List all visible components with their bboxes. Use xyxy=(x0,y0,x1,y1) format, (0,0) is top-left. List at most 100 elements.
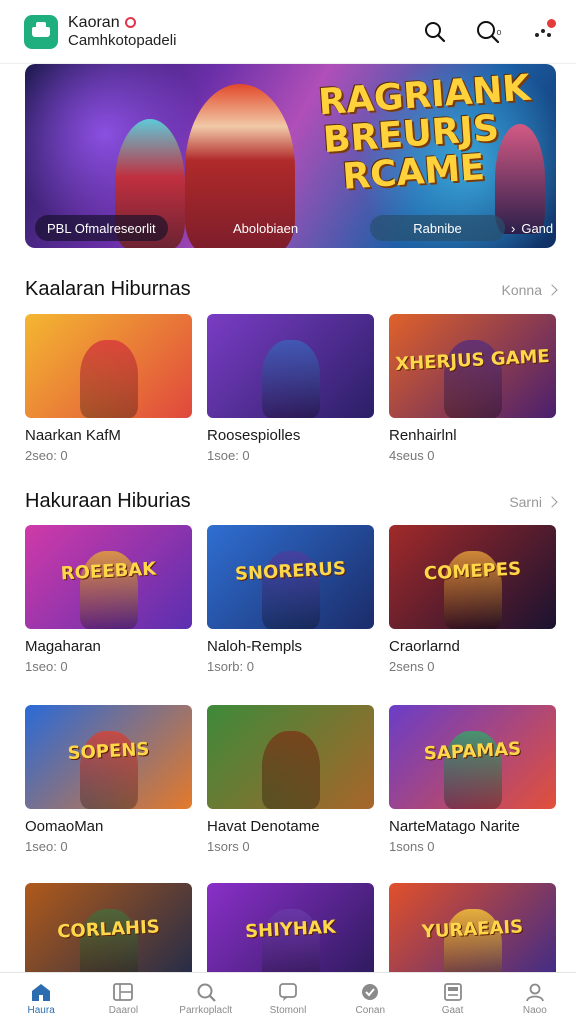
card-icon xyxy=(442,982,464,1002)
brand-subtitle: Camhkotopadeli xyxy=(68,31,177,49)
game-logo-text: COMEPES xyxy=(423,558,522,585)
game-logo-text: ROEEBAK xyxy=(60,558,157,585)
notifications-button[interactable] xyxy=(528,17,558,47)
game-grid-1: Naarkan KafM 2seo: 0 Roosespiolles 1soe: 0 X… xyxy=(25,314,556,464)
game-card[interactable]: SOPENS OomaoMan 1seo: 0 xyxy=(25,705,192,855)
search-mini-label: o xyxy=(496,26,502,37)
game-meta: 4seus 0 xyxy=(389,448,435,463)
grid-icon xyxy=(112,982,134,1002)
game-logo-text: CORLAHIS xyxy=(56,916,161,943)
check-icon xyxy=(359,982,381,1002)
game-meta: 2sens 0 xyxy=(389,659,435,674)
game-title: Havat Denotame xyxy=(207,818,320,835)
game-title: NarteMatago Narite xyxy=(389,818,520,835)
game-card[interactable]: Roosespiolles 1soe: 0 xyxy=(207,314,374,464)
search-alt-button[interactable]: o xyxy=(468,17,510,47)
nav-label: Gaat xyxy=(441,1004,464,1016)
nav-label: Stomonl xyxy=(269,1004,307,1016)
game-character xyxy=(261,731,320,809)
see-more-label: Sarni xyxy=(509,493,542,510)
nav-item-search[interactable]: Parrkoplaclt xyxy=(165,973,247,1024)
game-card[interactable]: COMEPES Craorlarnd 2sens 0 xyxy=(389,525,556,675)
game-meta: 1sons 0 xyxy=(389,839,435,854)
game-thumbnail[interactable] xyxy=(207,705,374,809)
banner-chip-4-label: Gand xyxy=(521,220,554,236)
profile-icon xyxy=(524,982,546,1002)
see-more-link[interactable]: Sarni xyxy=(509,493,558,510)
nav-item-home[interactable]: Haura xyxy=(0,973,82,1024)
game-character xyxy=(261,340,320,418)
game-thumbnail[interactable]: SAPAMAS xyxy=(389,705,556,809)
game-thumbnail[interactable] xyxy=(207,314,374,418)
nav-label: Conan xyxy=(355,1004,385,1016)
game-meta: 1sorb: 0 xyxy=(207,659,254,674)
game-grid-2: ROEEBAK Magaharan 1seo: 0 SNORERUS Naloh-Rem… xyxy=(25,525,556,675)
chat-icon xyxy=(277,982,299,1002)
search-icon xyxy=(425,21,446,42)
game-card[interactable]: SNORERUS Naloh-Rempls 1sorb: 0 xyxy=(207,525,374,675)
game-title: Naarkan KafM xyxy=(25,427,121,444)
game-thumbnail[interactable]: COMEPES xyxy=(389,525,556,629)
game-thumbnail[interactable]: ROEEBAK xyxy=(25,525,192,629)
nav-item-grid[interactable]: Daarol xyxy=(82,973,164,1024)
game-card[interactable]: Naarkan KafM 2seo: 0 xyxy=(25,314,192,464)
game-meta: 1seo: 0 xyxy=(25,839,68,854)
banner-chip-4[interactable]: › Gand xyxy=(511,215,553,241)
game-card[interactable]: ROEEBAK Magaharan 1seo: 0 xyxy=(25,525,192,675)
search-icon xyxy=(195,982,217,1002)
section-header-2: Hakuraan Hiburias Sarni xyxy=(25,490,558,513)
game-meta: 1soe: 0 xyxy=(207,448,250,463)
game-logo-text: XHERJUS GAME xyxy=(394,345,551,376)
game-title: OomaoMan xyxy=(25,818,104,835)
home-icon xyxy=(30,982,52,1002)
app-logo-icon[interactable] xyxy=(24,14,58,49)
header-actions: o xyxy=(420,17,558,47)
nav-item-profile[interactable]: Naoo xyxy=(494,973,576,1024)
hero-banner[interactable]: RAGRIANK BREURJS RCAME PBL Ofmalreseorli… xyxy=(25,64,556,248)
app-header: Kaoran Camhkotopadeli o xyxy=(0,0,576,64)
brand-block: Kaoran Camhkotopadeli xyxy=(68,14,176,50)
game-grid-3: SOPENS OomaoMan 1seo: 0 Havat Denotame 1sors… xyxy=(25,705,556,855)
game-logo-text: YURAEAIS xyxy=(421,916,524,943)
banner-chip-1[interactable]: PBL Ofmalreseorlit xyxy=(35,215,168,241)
game-title: Roosespiolles xyxy=(207,427,301,444)
game-logo-text: SOPENS xyxy=(67,738,150,765)
game-meta: 2seo: 0 xyxy=(25,448,68,463)
brand-badge-icon xyxy=(124,17,136,28)
search-button[interactable] xyxy=(420,17,450,47)
game-thumbnail[interactable]: SNORERUS xyxy=(207,525,374,629)
nav-label: Daarol xyxy=(108,1004,139,1016)
game-title: Naloh-Rempls xyxy=(207,638,303,655)
section-header-1: Kaalaran Hiburnas Konna xyxy=(25,278,558,301)
game-meta: 1sors 0 xyxy=(207,839,250,854)
nav-label: Parrkoplaclt xyxy=(179,1004,233,1016)
banner-chip-3[interactable]: Rabnibe xyxy=(370,215,505,241)
game-meta: 1seo: 0 xyxy=(25,659,68,674)
game-logo-text: SNORERUS xyxy=(234,558,347,585)
chevron-right-icon xyxy=(546,495,558,508)
see-more-link[interactable]: Konna xyxy=(501,281,558,298)
game-title: Craorlarnd xyxy=(389,638,460,655)
game-thumbnail[interactable] xyxy=(25,314,192,418)
nav-item-card[interactable]: Gaat xyxy=(411,973,493,1024)
section-title: Kaalaran Hiburnas xyxy=(25,278,191,300)
game-logo-text: SAPAMAS xyxy=(423,738,522,765)
see-more-label: Konna xyxy=(501,281,542,298)
game-character xyxy=(79,340,138,418)
banner-chip-2[interactable]: Abolobiaen xyxy=(221,215,310,241)
nav-item-check[interactable]: Conan xyxy=(329,973,411,1024)
game-title: Renhairlnl xyxy=(389,427,457,444)
nav-item-chat[interactable]: Stomonl xyxy=(247,973,329,1024)
brand-name: Kaoran xyxy=(68,13,120,31)
bottom-navigation: Haura Daarol Parrkoplaclt Stomonl Conan Gaat N… xyxy=(0,972,576,1024)
game-thumbnail[interactable]: XHERJUS GAME xyxy=(389,314,556,418)
chevron-right-icon xyxy=(546,283,558,296)
game-title: Magaharan xyxy=(25,638,101,655)
banner-title: RAGRIANK BREURJS RCAME xyxy=(317,67,532,198)
game-logo-text: SHIYHAK xyxy=(244,916,337,943)
game-card[interactable]: Havat Denotame 1sors 0 xyxy=(207,705,374,855)
notification-badge xyxy=(547,18,556,28)
game-card[interactable]: SAPAMAS NarteMatago Narite 1sons 0 xyxy=(389,705,556,855)
game-card[interactable]: XHERJUS GAME Renhairlnl 4seus 0 xyxy=(389,314,556,464)
game-thumbnail[interactable]: SOPENS xyxy=(25,705,192,809)
